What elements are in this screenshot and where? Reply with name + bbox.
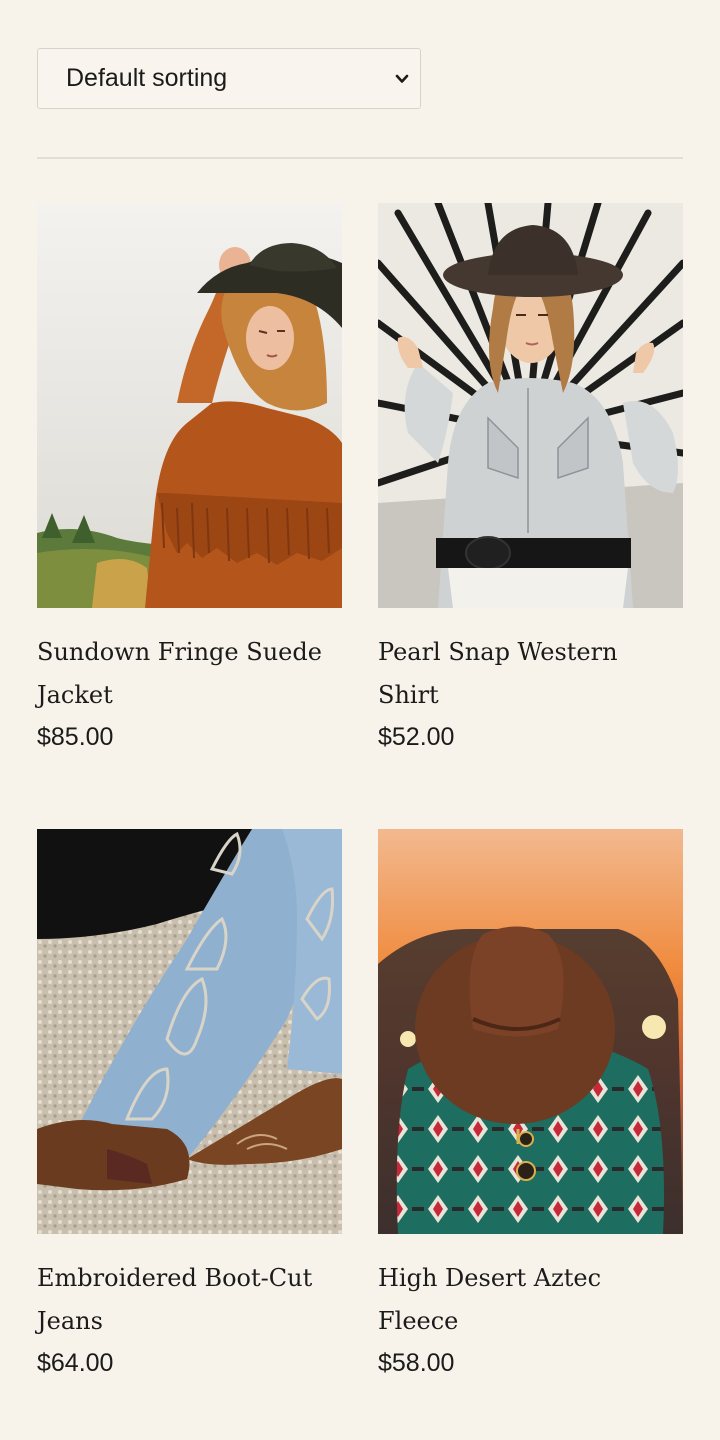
product-card[interactable]: High Desert Aztec Fleece $58.00	[378, 829, 683, 1378]
product-price: $85.00	[37, 723, 114, 751]
sort-select[interactable]: Default sorting	[37, 48, 421, 109]
shop-page: Default sorting Sundown Fringe Suede Jac…	[0, 0, 720, 1440]
product-image[interactable]	[37, 829, 342, 1234]
product-title[interactable]: Sundown Fringe Suede Jacket	[37, 631, 342, 717]
sort-select-value: Default sorting	[66, 64, 228, 92]
product-image[interactable]	[378, 829, 683, 1234]
product-price: $52.00	[378, 723, 455, 751]
product-title[interactable]: Pearl Snap Western Shirt	[378, 631, 683, 717]
product-price: $64.00	[37, 1349, 114, 1377]
product-price: $58.00	[378, 1349, 455, 1377]
product-image[interactable]	[37, 203, 342, 608]
product-card[interactable]: Pearl Snap Western Shirt $52.00	[378, 203, 683, 752]
divider	[37, 157, 683, 159]
product-title[interactable]: High Desert Aztec Fleece	[378, 1257, 683, 1343]
product-card[interactable]: Sundown Fringe Suede Jacket $85.00	[37, 203, 342, 752]
chevron-down-icon	[395, 74, 409, 83]
product-title[interactable]: Embroidered Boot-Cut Jeans	[37, 1257, 342, 1343]
product-image[interactable]	[378, 203, 683, 608]
product-card[interactable]: Embroidered Boot-Cut Jeans $64.00	[37, 829, 342, 1378]
